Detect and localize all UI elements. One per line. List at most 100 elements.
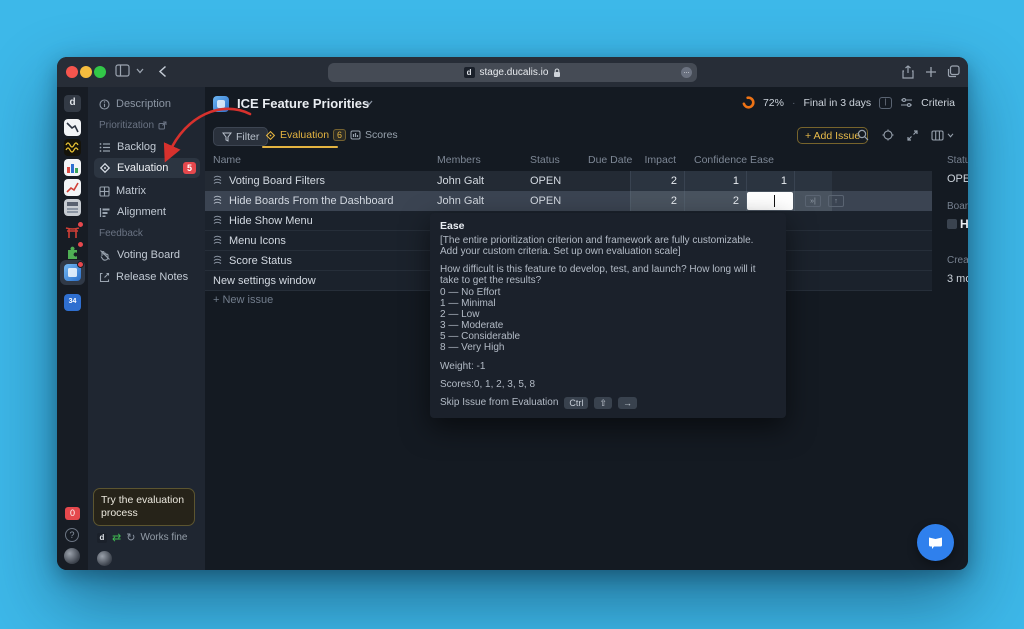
issue-name[interactable]: New settings window: [213, 271, 316, 291]
board-avatar-icon: [213, 96, 229, 112]
criteria-sliders-icon: [900, 97, 913, 108]
issue-status[interactable]: OPEN: [530, 191, 561, 211]
board-icon-waveform[interactable]: [64, 139, 81, 156]
user-avatar[interactable]: [64, 548, 80, 564]
sidebar-item-release-notes[interactable]: Release Notes: [94, 268, 200, 286]
impact-cell[interactable]: 2: [630, 191, 684, 211]
col-ease[interactable]: Ease: [746, 150, 794, 170]
col-name[interactable]: Name: [213, 150, 241, 170]
board-icon-ice-selected[interactable]: [64, 264, 81, 281]
issue-type-icon: [212, 255, 224, 266]
board-icon-line-chart[interactable]: [64, 119, 81, 136]
col-due-date[interactable]: Due Date: [588, 150, 632, 170]
confidence-cell[interactable]: 1: [684, 171, 746, 191]
chevron-down-icon[interactable]: [136, 68, 144, 74]
search-icon[interactable]: [857, 129, 869, 141]
columns-menu[interactable]: [931, 130, 954, 141]
col-impact[interactable]: Impact: [630, 150, 684, 170]
issue-name[interactable]: Hide Show Menu: [229, 211, 313, 231]
active-tab-underline: [262, 146, 338, 148]
target-icon[interactable]: [882, 129, 894, 141]
skip-issue-icon[interactable]: »|: [805, 195, 821, 207]
issue-status[interactable]: OPEN: [530, 171, 561, 191]
issue-name[interactable]: Score Status: [229, 251, 292, 271]
filter-button[interactable]: Filter: [213, 127, 268, 146]
board-icon-numbers[interactable]: 34: [64, 294, 81, 311]
notification-dot: [77, 241, 84, 248]
board-icon-torii[interactable]: [64, 224, 81, 241]
back-button[interactable]: [158, 65, 167, 78]
kbd-shift: ⇧: [594, 397, 612, 409]
table-row-selected[interactable]: Hide Boards From the Dashboard John Galt…: [205, 191, 932, 211]
board-icon-growth-chart[interactable]: [64, 179, 81, 196]
share-icon[interactable]: [902, 65, 914, 79]
new-issue-button[interactable]: + New issue: [213, 291, 273, 309]
confidence-cell[interactable]: 2: [684, 191, 746, 211]
criteria-link[interactable]: Criteria: [921, 97, 955, 109]
section-feedback: Feedback: [99, 228, 143, 239]
board-icon-disk[interactable]: [64, 199, 81, 216]
scale-item: 0 — No Effort: [440, 287, 776, 298]
scale-item: 1 — Minimal: [440, 298, 776, 309]
address-bar[interactable]: d stage.ducalis.io ...: [328, 63, 697, 82]
tab-scores[interactable]: Scores: [350, 129, 398, 141]
table-row[interactable]: Voting Board Filters John Galt OPEN 2 1 …: [205, 171, 932, 191]
col-members[interactable]: Members: [437, 150, 481, 170]
browser-window: d stage.ducalis.io ... d: [57, 57, 968, 570]
issue-member[interactable]: John Galt: [437, 171, 484, 191]
expand-diagonal-icon[interactable]: [907, 130, 918, 141]
sidebar-item-backlog[interactable]: Backlog: [94, 138, 200, 156]
sidebar-toggle-icon[interactable]: [115, 64, 130, 77]
sidebar-item-description[interactable]: Description: [94, 95, 200, 113]
board-switch-chevron-icon[interactable]: [365, 100, 373, 106]
issue-name[interactable]: Voting Board Filters: [229, 171, 325, 191]
refresh-icon[interactable]: ↻: [126, 531, 135, 544]
ease-score-input[interactable]: [747, 192, 793, 210]
issue-member[interactable]: John Galt: [437, 191, 484, 211]
progress-donut-icon: [742, 96, 755, 109]
impact-cell[interactable]: 2: [630, 171, 684, 191]
close-window-button[interactable]: [66, 66, 78, 78]
open-issue-icon[interactable]: ↑: [828, 195, 844, 207]
section-prioritization: Prioritization: [99, 120, 167, 131]
chat-bubble-icon: [927, 535, 944, 550]
col-status[interactable]: Status: [530, 150, 560, 170]
notification-dot: [77, 221, 84, 228]
shortcut-key-icon[interactable]: |: [879, 97, 892, 109]
minimize-window-button[interactable]: [80, 66, 92, 78]
chat-widget-button[interactable]: [917, 524, 954, 561]
sidebar-item-alignment[interactable]: Alignment: [94, 203, 200, 221]
new-tab-icon[interactable]: [925, 66, 937, 78]
chevron-down-icon: [947, 133, 954, 138]
page-options-button[interactable]: ...: [681, 67, 692, 78]
sidebar-item-matrix[interactable]: Matrix: [94, 182, 200, 200]
board-icon-bar-chart[interactable]: [64, 159, 81, 176]
detail-created-label: Created: [947, 255, 968, 266]
sync-arrows-icon: ⇄: [112, 531, 121, 544]
tab-evaluation[interactable]: Evaluation 6: [265, 129, 346, 141]
detail-board-label: Board: [947, 201, 968, 212]
help-button[interactable]: ?: [65, 528, 79, 542]
sidebar-item-evaluation[interactable]: Evaluation 5: [94, 158, 200, 178]
col-confidence[interactable]: Confidence: [684, 150, 746, 170]
kbd-ctrl: Ctrl: [564, 397, 588, 409]
issue-type-icon: [212, 195, 224, 206]
scale-item: 5 — Considerable: [440, 331, 776, 342]
criterion-tooltip: Ease [The entire prioritization criterio…: [430, 213, 786, 418]
evaluation-count-badge: 5: [183, 162, 196, 174]
ease-cell[interactable]: 1: [746, 171, 794, 191]
deadline-text[interactable]: Final in 3 days: [803, 97, 871, 109]
unread-count-badge[interactable]: 0: [65, 507, 80, 520]
issue-name[interactable]: Menu Icons: [229, 231, 286, 251]
sidebar-item-voting-board[interactable]: Voting Board: [94, 246, 200, 264]
tab-overview-icon[interactable]: [947, 65, 960, 78]
columns-icon: [931, 130, 944, 141]
external-link-icon[interactable]: [158, 121, 167, 130]
progress-percent[interactable]: 72%: [763, 97, 784, 109]
board-mini-icon: [947, 219, 957, 229]
scale-item: 8 — Very High: [440, 342, 776, 353]
ducalis-logo[interactable]: d: [64, 95, 81, 112]
issue-name[interactable]: Hide Boards From the Dashboard: [229, 191, 393, 211]
board-icon-puzzle[interactable]: [64, 244, 81, 261]
zoom-window-button[interactable]: [94, 66, 106, 78]
